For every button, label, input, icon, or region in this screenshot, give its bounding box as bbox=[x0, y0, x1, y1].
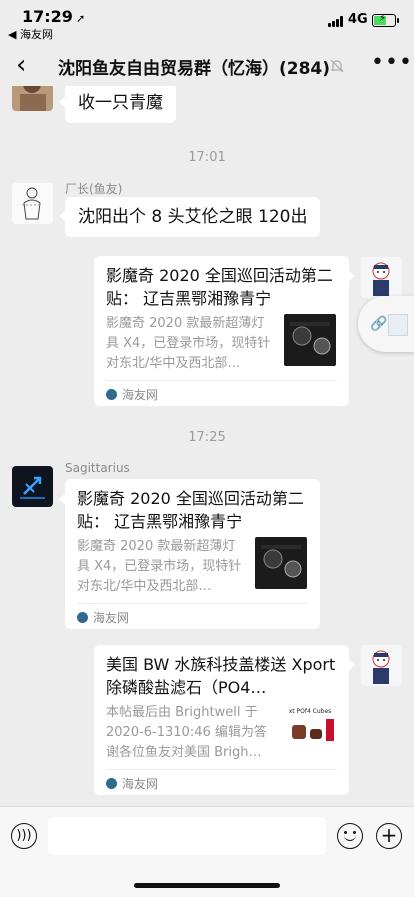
avatar[interactable] bbox=[12, 466, 53, 507]
home-indicator[interactable] bbox=[134, 883, 280, 888]
card-thumbnail bbox=[284, 314, 336, 366]
sender-name: 厂长(鱼友) bbox=[65, 182, 123, 196]
message-input[interactable] bbox=[48, 817, 326, 855]
chat-header: ‹ 沈阳鱼友自由贸易群（忆海）(284) ••• bbox=[0, 46, 414, 88]
floating-link-button[interactable]: 🔗 bbox=[358, 296, 414, 352]
status-bar: 17:29 ➚ ◀ 海友网 4G ⚡ bbox=[0, 0, 414, 42]
card-divider bbox=[77, 603, 308, 604]
card-description: 本帖最后由 Brightwell 于 2020-6-1310:46 编辑为答谢各… bbox=[106, 705, 267, 760]
emoji-icon[interactable] bbox=[337, 823, 363, 849]
chat-title: 沈阳鱼友自由贸易群（忆海）(284) bbox=[58, 59, 331, 79]
my-avatar[interactable] bbox=[361, 257, 402, 298]
location-arrow-icon: ➚ bbox=[75, 12, 86, 25]
status-time: 17:29 ➚ bbox=[22, 7, 86, 26]
voice-icon[interactable]: ))) bbox=[11, 823, 37, 849]
link-card[interactable]: 美国 BW 水族科技盖楼送 Xport 除磷酸盐滤石（PO4… 本帖最后由 Br… bbox=[94, 645, 355, 795]
source-icon bbox=[106, 389, 117, 400]
card-description: 影魔奇 2020 款最新超薄灯具 X4，已登录市场，现特针对东北/华中及西北部… bbox=[77, 539, 242, 594]
back-icon[interactable]: ‹ bbox=[16, 50, 26, 80]
network-label: 4G bbox=[348, 12, 368, 27]
card-divider bbox=[106, 380, 337, 381]
signal-icon bbox=[328, 16, 344, 27]
card-divider bbox=[106, 769, 337, 770]
link-card[interactable]: 影魔奇 2020 全国巡回活动第二贴： 辽吉黑鄂湘豫青宁 影魔奇 2020 款最… bbox=[59, 479, 320, 629]
timestamp: 17:01 bbox=[188, 150, 226, 165]
avatar[interactable] bbox=[12, 183, 53, 224]
card-source: 海友网 bbox=[106, 386, 158, 403]
card-source: 海友网 bbox=[106, 775, 158, 792]
back-to-app-link[interactable]: ◀ 海友网 bbox=[8, 26, 53, 42]
message-bubble[interactable]: 沈阳出个 8 头艾伦之眼 120出 bbox=[58, 197, 321, 237]
my-avatar[interactable] bbox=[361, 645, 402, 686]
card-title: 影魔奇 2020 全国巡回活动第二贴： 辽吉黑鄂湘豫青宁 bbox=[106, 266, 333, 308]
source-icon bbox=[77, 612, 88, 623]
message-bubble[interactable]: 收一只青魔 bbox=[59, 86, 176, 123]
battery-icon: ⚡ bbox=[372, 13, 399, 27]
floating-thumbnail bbox=[388, 314, 408, 336]
link-icon: 🔗 bbox=[370, 316, 388, 332]
link-card[interactable]: 影魔奇 2020 全国巡回活动第二贴： 辽吉黑鄂湘豫青宁 影魔奇 2020 款最… bbox=[94, 256, 355, 406]
more-icon[interactable]: ••• bbox=[371, 50, 413, 75]
timestamp: 17:25 bbox=[188, 430, 226, 445]
card-description: 影魔奇 2020 款最新超薄灯具 X4，已登录市场，现特针对东北/华中及西北部… bbox=[106, 316, 271, 371]
card-thumbnail bbox=[255, 537, 307, 589]
card-thumbnail: xt POf4 Cubes bbox=[284, 703, 336, 755]
plus-icon[interactable]: + bbox=[376, 823, 402, 849]
thumb-label: xt POf4 Cubes bbox=[289, 708, 332, 715]
card-source: 海友网 bbox=[77, 609, 129, 626]
card-title: 美国 BW 水族科技盖楼送 Xport 除磷酸盐滤石（PO4… bbox=[106, 655, 336, 697]
avatar[interactable] bbox=[12, 86, 53, 111]
mute-bell-icon bbox=[330, 59, 344, 73]
sender-name: Sagittarius bbox=[65, 461, 130, 475]
source-icon bbox=[106, 778, 117, 789]
card-title: 影魔奇 2020 全国巡回活动第二贴： 辽吉黑鄂湘豫青宁 bbox=[77, 489, 304, 531]
message-list[interactable]: 收一只青魔 17:01 厂长(鱼友) 沈阳出个 8 头艾伦之眼 120出 影魔奇… bbox=[0, 86, 414, 806]
